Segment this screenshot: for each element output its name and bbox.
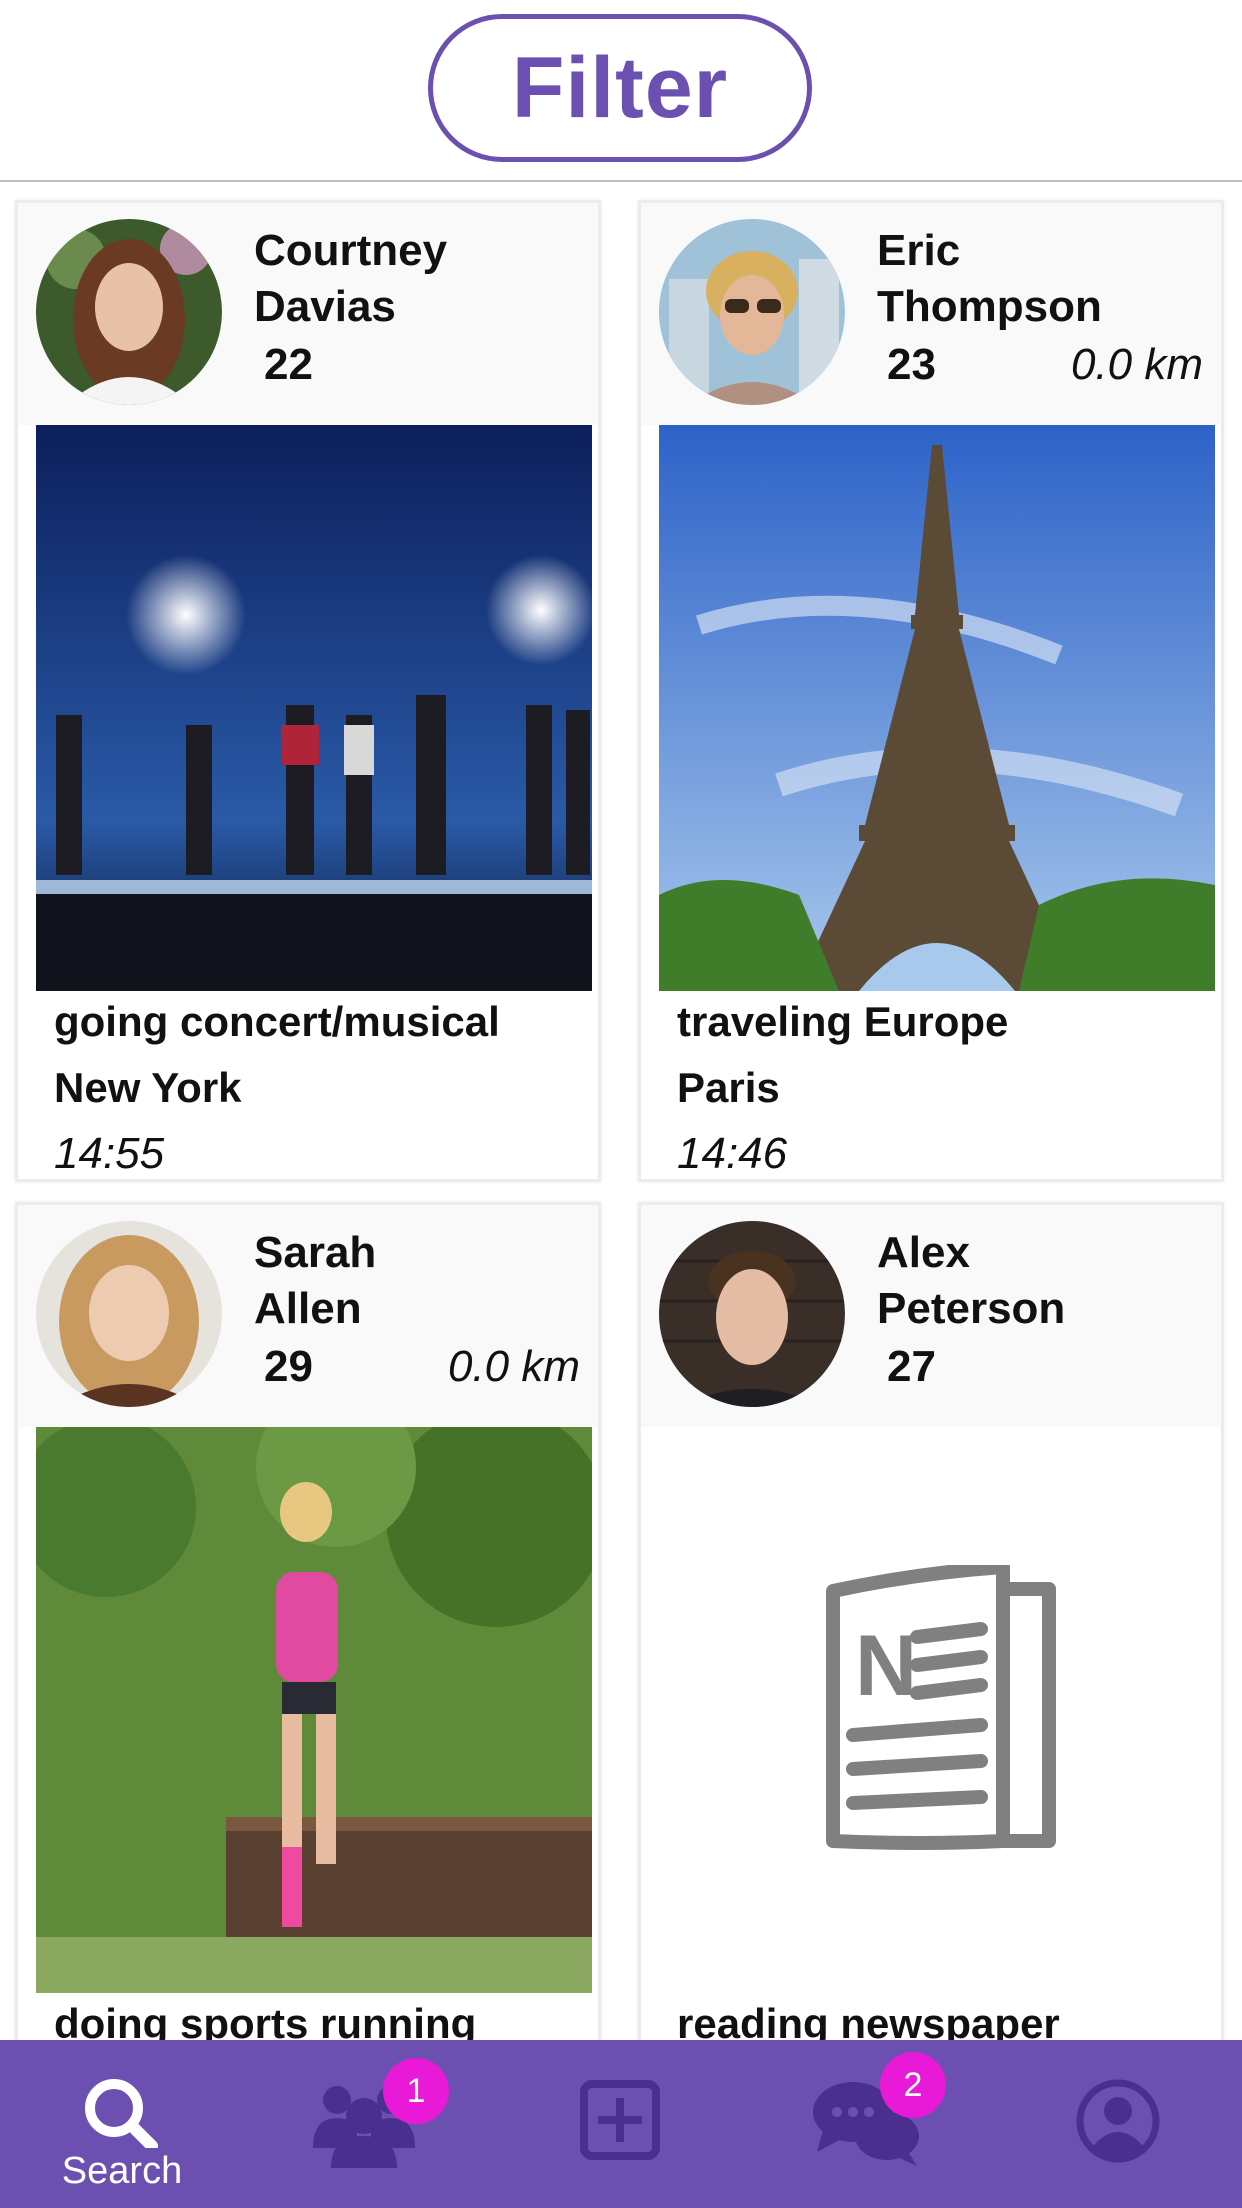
distance-label: 0.0 km [447,1342,580,1391]
tab-bar: Search 1 2 [0,2040,1242,2208]
distance-label: 0.0 km [1070,340,1203,389]
activity-location: New York [54,1064,242,1111]
activity-photo[interactable] [36,1427,592,1993]
tab-label: Search [61,2150,183,2192]
tab-profile[interactable] [1018,2040,1218,2208]
people-badge: 1 [383,2058,449,2124]
messages-badge: 2 [880,2052,946,2118]
activity-time: 14:55 [54,1129,165,1178]
activity-title: doing sports running [54,2000,477,2040]
user-name: Eric Thompson [877,226,1102,331]
activity-title: traveling Europe [677,998,1009,1045]
activity-photo[interactable] [659,425,1215,991]
user-age: 27 [887,1342,936,1391]
user-name: Courtney Davias [254,226,448,331]
add-icon [580,2080,660,2160]
card-header: Eric Thompson 23 0.0 km [641,203,1221,425]
avatar[interactable] [659,1221,845,1407]
avatar[interactable] [36,1221,222,1407]
user-name: Sarah Allen [254,1228,377,1333]
activity-card[interactable]: Alex Peterson 27 N reading newspaper [638,1202,1224,2040]
user-age: 29 [264,1342,313,1391]
activity-card[interactable]: Courtney Davias 22 going concert/musical… [15,200,601,1182]
user-age: 23 [887,340,936,389]
search-icon [85,2079,158,2148]
card-header: Courtney Davias 22 [18,203,598,425]
activity-photo[interactable] [36,425,592,991]
user-age: 22 [264,340,313,389]
filter-button[interactable]: Filter [428,14,812,162]
card-header: Sarah Allen 29 0.0 km [18,1205,598,1427]
activity-title: reading newspaper [677,2000,1060,2040]
card-header: Alex Peterson 27 [641,1205,1221,1427]
activity-feed: Courtney Davias 22 going concert/musical… [0,184,1242,2040]
user-name: Alex Peterson [877,1228,1066,1333]
activity-title: going concert/musical [54,998,500,1045]
tab-add[interactable] [520,2040,720,2208]
activity-time: 14:46 [677,1129,788,1178]
activity-location: Paris [677,1064,780,1111]
top-bar: Filter [0,0,1242,182]
tab-search[interactable]: Search [22,2040,222,2208]
profile-icon [1076,2079,1160,2163]
avatar[interactable] [36,219,222,405]
activity-card[interactable]: Sarah Allen 29 0.0 km doing sports runni… [15,1202,601,2040]
newspaper-icon: N [826,1565,1056,1850]
svg-text:N: N [855,1618,917,1714]
activity-card[interactable]: Eric Thompson 23 0.0 km traveling Europe… [638,200,1224,1182]
activity-photo[interactable]: N [659,1427,1215,1993]
avatar[interactable] [659,219,845,405]
